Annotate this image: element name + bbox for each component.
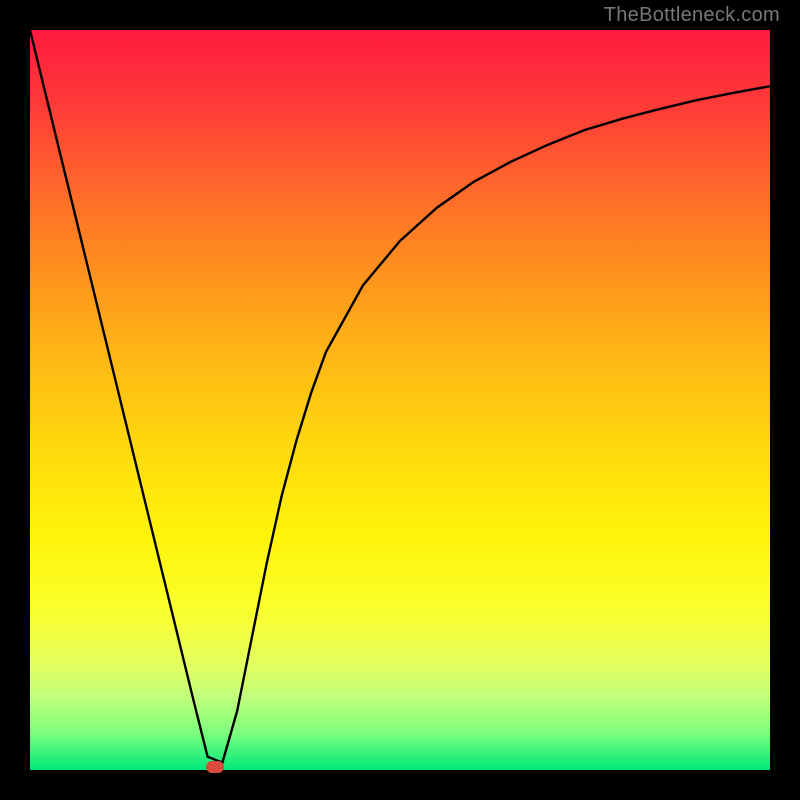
minimum-marker — [206, 761, 224, 773]
chart-frame: TheBottleneck.com — [0, 0, 800, 800]
bottleneck-curve — [30, 30, 770, 770]
plot-area — [30, 30, 770, 770]
watermark-text: TheBottleneck.com — [604, 4, 780, 27]
